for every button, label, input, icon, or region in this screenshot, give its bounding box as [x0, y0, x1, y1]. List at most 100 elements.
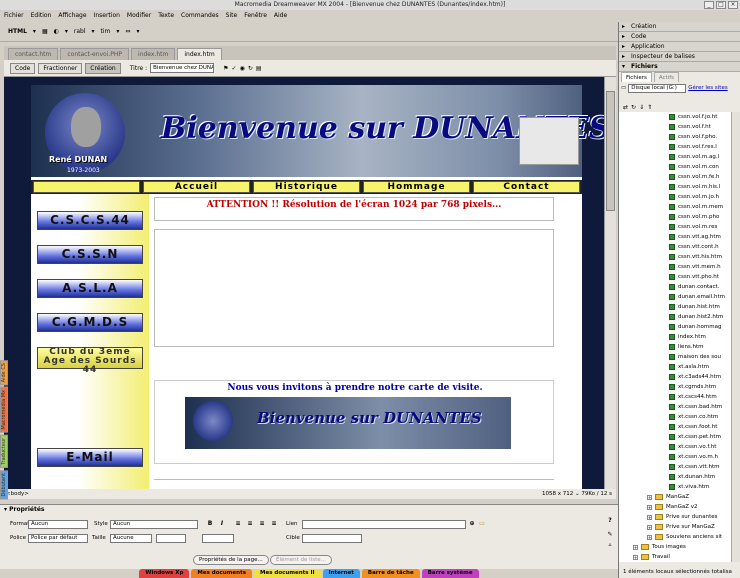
- connect-icon[interactable]: ⇄: [623, 104, 628, 111]
- style-select[interactable]: Aucun: [110, 520, 198, 529]
- put-icon[interactable]: ⇑: [647, 104, 652, 111]
- nav-hommage[interactable]: Hommage: [363, 181, 470, 193]
- table-icon[interactable]: ▦: [42, 28, 48, 35]
- align-left-icon[interactable]: ≡: [234, 520, 242, 528]
- size-unit-select[interactable]: [156, 534, 186, 543]
- folder-item[interactable]: + Prive sur ManGaZ: [619, 522, 731, 532]
- manage-sites-link[interactable]: Gérer les sites: [688, 85, 728, 91]
- file-item[interactable]: xt.cssn.co.htm: [619, 412, 731, 422]
- split-view-button[interactable]: Fractionner: [38, 62, 83, 74]
- link-input[interactable]: [302, 520, 466, 529]
- file-item[interactable]: cssn.vol.m.ag.l: [619, 152, 731, 162]
- file-item[interactable]: xt.cssn.vtt.htm: [619, 462, 731, 472]
- side-tab-aide[interactable]: Aide CS: [0, 360, 8, 386]
- panel-files[interactable]: ▾ Fichiers: [619, 62, 740, 72]
- file-item[interactable]: xt.cscs44.htm: [619, 392, 731, 402]
- chevron-down-icon[interactable]: ▾: [65, 28, 68, 35]
- file-item[interactable]: cssn.vtt.ag.htm: [619, 232, 731, 242]
- nav-contact[interactable]: Contact: [473, 181, 580, 193]
- side-tab-macromedia[interactable]: Macromedia Mx: [0, 387, 8, 433]
- business-card-image[interactable]: Bienvenue sur DUNANTES: [185, 397, 511, 449]
- text-color-input[interactable]: [202, 534, 234, 543]
- get-icon[interactable]: ⇓: [639, 104, 644, 111]
- view-options-icon[interactable]: ▤: [256, 65, 262, 72]
- chevron-down-icon[interactable]: ▾: [136, 28, 139, 35]
- expand-icon[interactable]: +: [647, 494, 652, 500]
- folder-item[interactable]: + Travail: [619, 552, 731, 562]
- cssn-button[interactable]: C.S.S.N: [37, 245, 143, 264]
- menu-edition[interactable]: Edition: [31, 10, 52, 22]
- preview-icon[interactable]: ◉: [240, 65, 245, 72]
- validation-icon[interactable]: ✓: [232, 65, 237, 72]
- file-list-scrollbar[interactable]: [731, 112, 740, 562]
- expand-icon[interactable]: +: [633, 544, 638, 550]
- file-item[interactable]: xt.cssn.foot.ht: [619, 422, 731, 432]
- file-item[interactable]: cssn.vol.m.fe.h: [619, 172, 731, 182]
- insert-group-select[interactable]: HTML: [8, 28, 27, 35]
- expand-icon[interactable]: +: [647, 504, 652, 510]
- size-select[interactable]: Aucune: [110, 534, 152, 543]
- file-item[interactable]: cssn.vtt.his.htm: [619, 252, 731, 262]
- task-mes-documents[interactable]: Mes documents: [191, 569, 252, 578]
- file-item[interactable]: cssn.vol.m.mem: [619, 202, 731, 212]
- expand-icon[interactable]: +: [633, 554, 638, 560]
- menu-commandes[interactable]: Commandes: [181, 10, 219, 22]
- menu-site[interactable]: Site: [226, 10, 238, 22]
- align-right-icon[interactable]: ≡: [258, 520, 266, 528]
- close-icon[interactable]: ×: [728, 1, 738, 9]
- file-item[interactable]: dunan.hommag: [619, 322, 731, 332]
- tabl-label[interactable]: rabl: [74, 28, 86, 35]
- file-item[interactable]: cssn.vol.m.jo.h: [619, 192, 731, 202]
- nav-historique[interactable]: Historique: [253, 181, 360, 193]
- tab-index[interactable]: index.htm: [177, 48, 222, 60]
- file-item[interactable]: cssn.vtt.pho.ht: [619, 272, 731, 282]
- expand-icon[interactable]: +: [647, 514, 652, 520]
- font-select[interactable]: Police par défaut: [28, 534, 88, 543]
- file-item[interactable]: maison des sou: [619, 352, 731, 362]
- refresh-icon[interactable]: ↻: [631, 104, 636, 111]
- task-barre-tache[interactable]: Barre de tâche: [361, 569, 420, 578]
- file-item[interactable]: xt.cssn.vo.f.ht: [619, 442, 731, 452]
- task-mes-documents-2[interactable]: Mes documents II: [253, 569, 321, 578]
- file-item[interactable]: xt.c3ads44.htm: [619, 372, 731, 382]
- file-item[interactable]: xt.cgmds.htm: [619, 382, 731, 392]
- design-view-button[interactable]: Création: [85, 62, 121, 74]
- chevron-down-icon[interactable]: ▾: [92, 28, 95, 35]
- cgmds-button[interactable]: C.G.M.D.S: [37, 313, 143, 332]
- chevron-down-icon[interactable]: ▾: [33, 28, 36, 35]
- chevron-down-icon[interactable]: ▾: [116, 28, 119, 35]
- menu-modifier[interactable]: Modifier: [127, 10, 151, 22]
- file-item[interactable]: cssn.vol.m.res: [619, 222, 731, 232]
- panel-inspector[interactable]: ▸ Inspecteur de balises: [619, 52, 740, 62]
- title-input[interactable]: Bienvenue chez DUNANTES: [150, 63, 215, 73]
- file-item[interactable]: cssn.vtt.cont.h: [619, 242, 731, 252]
- panel-creation[interactable]: ▸ Création: [619, 22, 740, 32]
- tab-contact[interactable]: contact.htm: [8, 48, 59, 60]
- tab-fichiers[interactable]: Fichiers: [621, 72, 652, 82]
- file-item[interactable]: dunan.hist.htm: [619, 302, 731, 312]
- file-item[interactable]: xt.viva.htm: [619, 482, 731, 492]
- design-canvas[interactable]: René DUNAN 1973-2003 Bienvenue sur DUNAN…: [4, 77, 604, 489]
- page-properties-button[interactable]: Propriétés de la page...: [193, 555, 269, 565]
- refresh-icon[interactable]: ↻: [248, 65, 253, 72]
- file-item[interactable]: xt.cssn.vo.m.h: [619, 452, 731, 462]
- expand-icon[interactable]: +: [647, 534, 652, 540]
- file-item[interactable]: xt.cssn.bad.htm: [619, 402, 731, 412]
- nav-accueil[interactable]: Accueil: [143, 181, 250, 193]
- side-tab-debutant[interactable]: Débutant: [0, 469, 8, 500]
- point-to-file-icon[interactable]: ⊕: [468, 520, 476, 528]
- align-center-icon[interactable]: ≡: [246, 520, 254, 528]
- asla-button[interactable]: A.S.L.A: [37, 279, 143, 298]
- file-item[interactable]: xt.asla.htm: [619, 362, 731, 372]
- menu-affichage[interactable]: Affichage: [58, 10, 86, 22]
- code-view-button[interactable]: Code: [10, 62, 36, 74]
- task-internet[interactable]: Internet: [322, 569, 360, 578]
- task-windows-xp[interactable]: Windows Xp: [139, 569, 190, 578]
- menu-fichier[interactable]: Fichier: [4, 10, 24, 22]
- expand-icon[interactable]: ▵: [606, 541, 614, 549]
- format-select[interactable]: Aucun: [28, 520, 88, 529]
- align-justify-icon[interactable]: ≡: [270, 520, 278, 528]
- canvas-scrollbar[interactable]: [604, 77, 616, 489]
- maximize-icon[interactable]: □: [716, 1, 726, 9]
- tab-contact-envoi[interactable]: contact-envoi.PHP: [60, 48, 130, 60]
